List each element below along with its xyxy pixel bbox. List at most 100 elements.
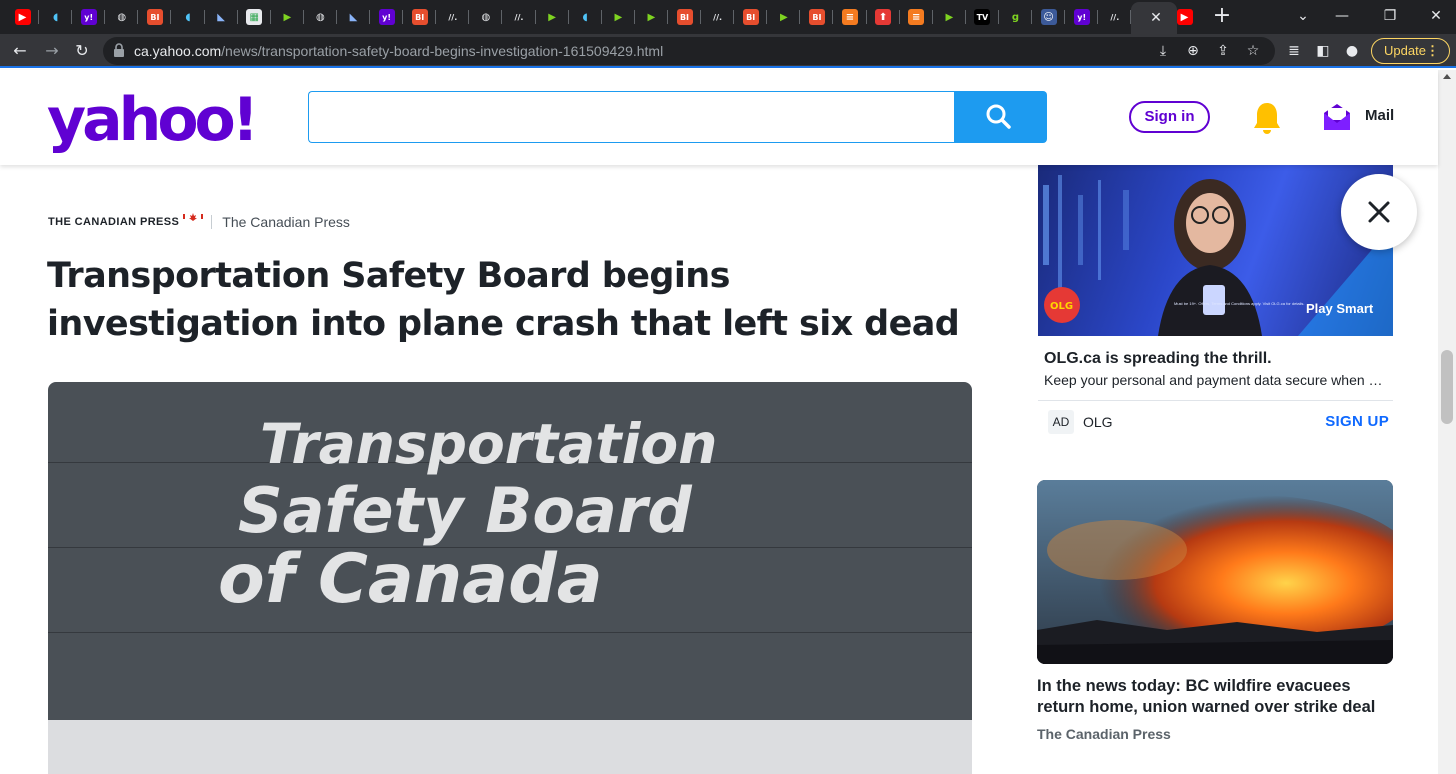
tv-icon: TV bbox=[974, 9, 991, 25]
bookmark-star-icon[interactable]: ☆ bbox=[1244, 42, 1262, 60]
browser-tab[interactable]: ▶ bbox=[767, 5, 800, 29]
ad-image[interactable]: OLG Play Smart Must be 19+. Offers, Term… bbox=[1038, 165, 1393, 336]
mail-label[interactable]: Mail bbox=[1365, 107, 1394, 124]
youtube-icon: ▶ bbox=[14, 9, 31, 25]
sponsored-ad[interactable]: OLG Play Smart Must be 19+. Offers, Term… bbox=[1038, 165, 1393, 447]
browser-tab[interactable]: ▶ bbox=[602, 5, 635, 29]
ad-sign-up-button[interactable]: SIGN UP bbox=[1325, 413, 1389, 430]
share-icon[interactable]: ⇪ bbox=[1214, 42, 1232, 60]
browser-tab[interactable]: BI bbox=[668, 5, 701, 29]
address-bar[interactable]: ca.yahoo.com/news/transportation-safety-… bbox=[103, 37, 1275, 65]
browser-tab[interactable]: ◖ bbox=[569, 5, 602, 29]
sign-in-button[interactable]: Sign in bbox=[1129, 101, 1210, 133]
page-scrollbar[interactable] bbox=[1438, 70, 1456, 774]
browser-tab[interactable]: //. bbox=[503, 5, 536, 29]
article-byline: THE CANADIAN PRESS The Canadian Press bbox=[48, 213, 350, 230]
related-story-title[interactable]: In the news today: BC wildfire evacuees … bbox=[1037, 676, 1397, 718]
yahoo-icon: y! bbox=[80, 9, 97, 25]
browser-tab[interactable]: y! bbox=[72, 5, 105, 29]
install-app-icon[interactable]: ⤓ bbox=[1154, 42, 1172, 60]
related-story-image[interactable] bbox=[1037, 480, 1393, 664]
article-hero-image[interactable]: Transportation Safety Board of Canada bbox=[48, 382, 972, 774]
scroll-up-icon[interactable] bbox=[1443, 74, 1451, 79]
media-queue-icon[interactable]: ≣ bbox=[1283, 40, 1305, 62]
update-button[interactable]: Update ⋮ bbox=[1371, 38, 1450, 64]
byline-divider bbox=[211, 215, 213, 229]
ad-divider bbox=[1038, 400, 1393, 401]
browser-tab[interactable]: g bbox=[999, 5, 1032, 29]
browser-tab[interactable]: ◣ bbox=[337, 5, 370, 29]
browser-tab[interactable]: BI bbox=[403, 5, 436, 29]
ad-illustration: OLG Play Smart Must be 19+. Offers, Term… bbox=[1043, 175, 1393, 336]
forward-arrow-icon[interactable]: → bbox=[41, 40, 63, 62]
menu-dots-icon: ⋮ bbox=[1426, 43, 1439, 58]
close-ad-button[interactable] bbox=[1341, 174, 1417, 250]
youtube-icon: ▶ bbox=[1176, 9, 1193, 25]
close-tab-icon[interactable]: ✕ bbox=[1150, 10, 1162, 26]
scroll-thumb[interactable] bbox=[1441, 350, 1453, 424]
play-smart-logo: Play Smart bbox=[1306, 301, 1374, 316]
browser-tab[interactable]: BI bbox=[734, 5, 767, 29]
browser-tab[interactable]: ▦ bbox=[238, 5, 271, 29]
bell-icon[interactable] bbox=[1251, 100, 1283, 136]
restore-button[interactable]: ❐ bbox=[1378, 5, 1402, 27]
image-icon: ▦ bbox=[246, 9, 263, 25]
browser-tab[interactable]: //. bbox=[436, 5, 469, 29]
zoom-icon[interactable]: ⊕ bbox=[1184, 42, 1202, 60]
browser-tab[interactable]: ▶ bbox=[271, 5, 304, 29]
browser-tab[interactable]: ▶ bbox=[6, 5, 39, 29]
bookmark-icon: ◣ bbox=[345, 9, 362, 25]
wide-news-icon: //. bbox=[511, 9, 527, 25]
browser-tab[interactable]: ◍ bbox=[469, 5, 502, 29]
play-icon: ▶ bbox=[544, 9, 561, 25]
browser-tab[interactable]: ☺ bbox=[1032, 5, 1065, 29]
browser-tab[interactable]: ▶ bbox=[635, 5, 668, 29]
back-arrow-icon[interactable]: ← bbox=[9, 40, 31, 62]
search-input[interactable] bbox=[308, 91, 954, 143]
publisher-logo[interactable]: THE CANADIAN PRESS bbox=[48, 216, 179, 228]
url-path: /news/transportation-safety-board-begins… bbox=[221, 43, 664, 59]
yahoo-logo[interactable]: yahoo! bbox=[47, 88, 259, 152]
browser-tab[interactable]: //. bbox=[1098, 5, 1131, 29]
wide-news-icon: //. bbox=[444, 9, 461, 25]
browser-tab[interactable]: ◍ bbox=[304, 5, 337, 29]
browser-tab[interactable]: ▶ bbox=[933, 5, 966, 29]
related-story-source: The Canadian Press bbox=[1037, 726, 1171, 742]
tab-youtube[interactable]: ▶ bbox=[1168, 5, 1201, 29]
wide-news-icon: //. bbox=[1106, 9, 1123, 25]
mail-icon[interactable] bbox=[1322, 102, 1352, 132]
profile-icon[interactable]: ● bbox=[1341, 40, 1363, 62]
browser-tab[interactable]: ≡ bbox=[900, 5, 933, 29]
browser-tab[interactable]: //. bbox=[701, 5, 734, 29]
business-insider-icon: BI bbox=[808, 9, 825, 25]
search-button[interactable] bbox=[954, 91, 1047, 143]
browser-tab[interactable]: y! bbox=[1065, 5, 1098, 29]
browser-tab[interactable]: ≡ bbox=[834, 5, 867, 29]
browser-tab[interactable]: BI bbox=[800, 5, 833, 29]
browser-tab[interactable]: y! bbox=[370, 5, 403, 29]
author-name[interactable]: The Canadian Press bbox=[222, 214, 350, 230]
side-panel-icon[interactable]: ◧ bbox=[1312, 40, 1334, 62]
browser-tab[interactable]: ◖ bbox=[39, 5, 72, 29]
url-host: ca.yahoo.com bbox=[134, 43, 222, 59]
ad-title[interactable]: OLG.ca is spreading the thrill. bbox=[1044, 350, 1272, 368]
new-tab-button[interactable]: + bbox=[1210, 5, 1234, 29]
business-insider-icon: BI bbox=[146, 9, 163, 25]
tab-search-dropdown-icon[interactable]: ⌄ bbox=[1291, 5, 1315, 27]
browser-tab[interactable]: ◣ bbox=[205, 5, 238, 29]
minimize-button[interactable]: — bbox=[1330, 5, 1354, 27]
ad-description[interactable]: Keep your personal and payment data secu… bbox=[1044, 372, 1389, 388]
browser-tab[interactable]: TV bbox=[966, 5, 999, 29]
url-text[interactable]: ca.yahoo.com/news/transportation-safety-… bbox=[134, 43, 663, 59]
browser-tab[interactable]: ◍ bbox=[105, 5, 138, 29]
close-window-button[interactable]: ✕ bbox=[1424, 5, 1448, 27]
ad-badge: AD bbox=[1048, 410, 1074, 434]
ad-sponsor[interactable]: OLG bbox=[1083, 414, 1113, 430]
reload-icon[interactable]: ↻ bbox=[71, 40, 93, 62]
browser-tab[interactable]: BI bbox=[138, 5, 171, 29]
browser-tab[interactable]: ⬆ bbox=[867, 5, 900, 29]
business-insider-icon: BI bbox=[742, 9, 759, 25]
browser-tab[interactable]: ▶ bbox=[536, 5, 569, 29]
g-icon: g bbox=[1007, 9, 1024, 25]
browser-tab[interactable]: ◖ bbox=[172, 5, 205, 29]
